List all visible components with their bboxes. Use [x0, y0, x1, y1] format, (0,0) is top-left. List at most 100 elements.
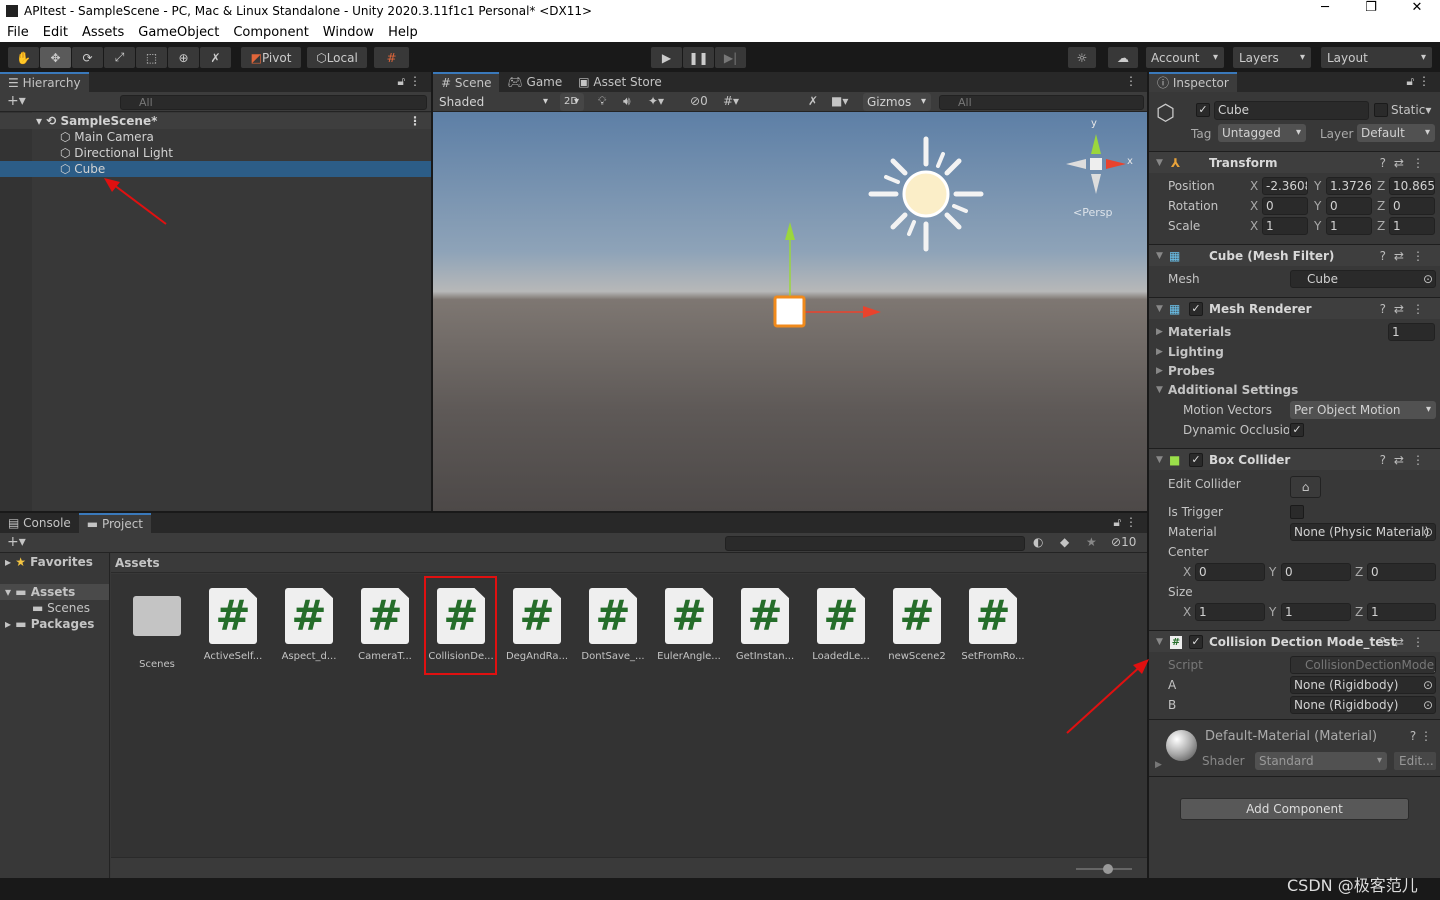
- menu-gameobject[interactable]: GameObject: [131, 25, 226, 40]
- enabled-checkbox[interactable]: ✓: [1189, 453, 1203, 467]
- size-z[interactable]: 1: [1367, 603, 1436, 621]
- center-x[interactable]: 0: [1195, 563, 1265, 581]
- tab-game[interactable]: 🎮︎ Game: [499, 72, 570, 92]
- object-picker-icon[interactable]: ⊙: [1423, 522, 1433, 542]
- component-menu-icons[interactable]: ?⇄⋮: [1380, 152, 1432, 174]
- rotation-x[interactable]: 0: [1262, 197, 1308, 215]
- lighting-toggle-icon[interactable]: 💡︎: [598, 94, 606, 109]
- move-tool-icon[interactable]: ✥: [40, 47, 71, 68]
- cube-object[interactable]: [773, 295, 806, 328]
- play-button[interactable]: ▶: [651, 47, 682, 68]
- asset-item[interactable]: # SetFromRo...: [956, 588, 1030, 662]
- enabled-checkbox[interactable]: ✓: [1189, 635, 1203, 649]
- object-picker-icon[interactable]: ⊙: [1423, 269, 1433, 289]
- filter-type-icon[interactable]: ◐: [1033, 535, 1043, 549]
- object-picker-icon[interactable]: ⊙: [1423, 695, 1433, 715]
- menu-file[interactable]: File: [0, 25, 36, 40]
- 2d-toggle[interactable]: 2D: [560, 93, 584, 111]
- favorites-item[interactable]: ▸ ★ Favorites: [0, 553, 109, 571]
- tab-inspector[interactable]: ⓘ Inspector: [1149, 72, 1237, 92]
- static-dropdown[interactable]: Static▾: [1391, 103, 1431, 117]
- additional-settings-foldout[interactable]: ▼ Additional Settings: [1149, 380, 1440, 400]
- tab-project[interactable]: ▬ Project: [78, 513, 152, 533]
- assets-item[interactable]: ▾ ▬ Assets: [0, 584, 109, 600]
- tab-scene[interactable]: # Scene: [433, 72, 500, 92]
- hierarchy-search-input[interactable]: All: [120, 95, 427, 110]
- x-axis-handle[interactable]: [863, 306, 881, 318]
- tools-icon[interactable]: ✗: [808, 94, 818, 108]
- mesh-renderer-header[interactable]: ▼ ▦ ✓ Mesh Renderer ?⇄⋮: [1149, 297, 1440, 319]
- is-trigger-checkbox[interactable]: [1290, 505, 1304, 519]
- slider-thumb[interactable]: [1103, 864, 1113, 874]
- position-x[interactable]: -2.3608: [1262, 177, 1308, 195]
- component-menu-icons[interactable]: ?⇄⋮: [1380, 298, 1432, 320]
- effects-toggle-icon[interactable]: ✦▾: [648, 94, 664, 108]
- minimize-button[interactable]: ─: [1302, 0, 1348, 15]
- menu-window[interactable]: Window: [316, 25, 381, 40]
- asset-item[interactable]: # Aspect_d...: [272, 588, 346, 662]
- a-field[interactable]: None (Rigidbody): [1290, 676, 1436, 694]
- menu-help[interactable]: Help: [381, 25, 425, 40]
- mesh-filter-header[interactable]: ▼ ▦ Cube (Mesh Filter) ?⇄⋮: [1149, 244, 1440, 266]
- hidden-objects-icon[interactable]: ⊘0: [690, 94, 708, 108]
- center-y[interactable]: 0: [1281, 563, 1351, 581]
- mesh-field[interactable]: Cube: [1290, 270, 1436, 288]
- grid-snap-icon[interactable]: #: [374, 47, 409, 68]
- layout-dropdown[interactable]: Layout ▾: [1321, 47, 1432, 68]
- gizmos-dropdown[interactable]: Gizmos: [863, 93, 931, 111]
- component-menu-icons[interactable]: ?⇄⋮: [1380, 449, 1432, 471]
- box-collider-header[interactable]: ▼ ■ ✓ Box Collider ?⇄⋮: [1149, 448, 1440, 470]
- breadcrumb[interactable]: Assets: [111, 553, 1147, 573]
- hierarchy-item-directional-light[interactable]: ⬡ Directional Light: [0, 145, 431, 161]
- probes-foldout[interactable]: ▶ Probes: [1149, 361, 1440, 381]
- rotate-tool-icon[interactable]: ⟳: [72, 47, 103, 68]
- step-button[interactable]: ▶|: [715, 47, 746, 68]
- scale-y[interactable]: 1: [1326, 217, 1372, 235]
- add-dropdown[interactable]: +▾: [7, 93, 26, 109]
- lighting-foldout[interactable]: ▶ Lighting: [1149, 342, 1440, 362]
- scale-z[interactable]: 1: [1389, 217, 1435, 235]
- project-search-input[interactable]: [725, 536, 1025, 551]
- motion-vectors-dropdown[interactable]: Per Object Motion: [1290, 401, 1436, 419]
- pivot-toggle[interactable]: ◩ Pivot: [241, 47, 301, 68]
- lock-icon[interactable]: 🔓︎ ⋮: [397, 74, 421, 89]
- asset-item[interactable]: # DontSave_...: [576, 588, 650, 662]
- active-checkbox[interactable]: ✓: [1196, 103, 1210, 117]
- shader-dropdown[interactable]: Standard: [1255, 752, 1387, 770]
- scale-tool-icon[interactable]: ⤢: [104, 47, 135, 68]
- asset-item[interactable]: # EulerAngle...: [652, 588, 726, 662]
- local-toggle[interactable]: ⬡ Local: [307, 47, 367, 68]
- center-z[interactable]: 0: [1367, 563, 1436, 581]
- menu-component[interactable]: Component: [226, 25, 315, 40]
- edit-shader-button[interactable]: Edit...: [1394, 752, 1436, 770]
- projection-toggle[interactable]: <Persp: [1073, 206, 1112, 219]
- enabled-checkbox[interactable]: ✓: [1189, 302, 1203, 316]
- scale-x[interactable]: 1: [1262, 217, 1308, 235]
- hand-tool-icon[interactable]: ✋: [8, 47, 39, 68]
- shading-dropdown[interactable]: Shaded: [435, 93, 553, 111]
- script-component-header[interactable]: ▼ # ✓ Collision Dection Mode_test ?⇄⋮: [1149, 630, 1440, 652]
- y-axis-handle[interactable]: [785, 222, 795, 240]
- menu-edit[interactable]: Edit: [36, 25, 75, 40]
- packages-item[interactable]: ▸ ▬ Packages: [0, 616, 109, 632]
- size-y[interactable]: 1: [1281, 603, 1351, 621]
- account-dropdown[interactable]: Account ▾: [1146, 47, 1224, 68]
- lock-icon[interactable]: 🔓︎ ⋮: [1113, 515, 1137, 530]
- layers-dropdown[interactable]: Layers ▾: [1233, 47, 1311, 68]
- rect-tool-icon[interactable]: ⬚: [136, 47, 167, 68]
- dynamic-occlusion-checkbox[interactable]: ✓: [1290, 423, 1304, 437]
- physic-material-field[interactable]: None (Physic Material): [1290, 523, 1436, 541]
- object-picker-icon[interactable]: ⊙: [1423, 675, 1433, 695]
- audio-toggle-icon[interactable]: 🔊︎: [623, 94, 631, 109]
- position-z[interactable]: 10.8657: [1389, 177, 1435, 195]
- tag-dropdown[interactable]: Untagged: [1218, 124, 1306, 142]
- name-field[interactable]: Cube: [1214, 101, 1369, 120]
- cloud-icon[interactable]: ☁: [1108, 47, 1138, 68]
- hierarchy-item-cube[interactable]: ⬡ Cube: [0, 161, 431, 177]
- transform-tool-icon[interactable]: ⊕: [168, 47, 199, 68]
- hidden-packages-icon[interactable]: ⊘10: [1111, 535, 1136, 549]
- rotation-y[interactable]: 0: [1326, 197, 1372, 215]
- asset-item[interactable]: # newScene2: [880, 588, 954, 662]
- component-menu-icons[interactable]: ?⇄⋮: [1380, 245, 1432, 267]
- asset-item[interactable]: # ActiveSelf...: [196, 588, 270, 662]
